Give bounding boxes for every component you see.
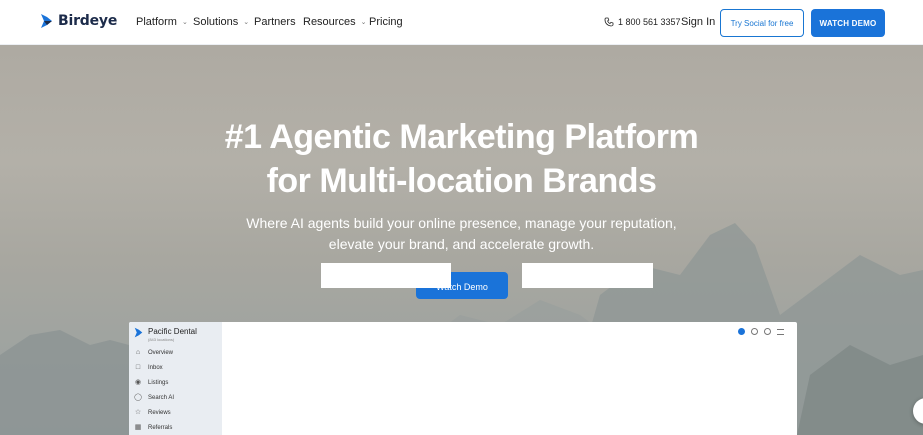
sidebar-item-overview[interactable]: ⌂ Overview [134, 349, 173, 357]
watch-demo-nav-button[interactable]: WATCH DEMO [811, 9, 885, 37]
sidebar-item-label: Search AI [148, 395, 175, 401]
chevron-down-icon: ⌄ [181, 19, 188, 26]
home-icon: ⌂ [135, 349, 141, 356]
account-locations: (843 locations) [148, 337, 175, 342]
account-name: Pacific Dental [148, 327, 197, 336]
sidebar-item-inbox[interactable]: □ Inbox [134, 364, 163, 372]
phone-icon [604, 17, 614, 27]
menu-solutions[interactable]: Solutions ⌄ [193, 16, 249, 28]
menu-partners[interactable]: Partners [254, 16, 296, 28]
chevron-down-icon: ⌄ [360, 19, 367, 26]
sidebar-item-label: Inbox [148, 365, 163, 371]
try-social-button[interactable]: Try Social for free [720, 9, 804, 37]
menu-partners-label: Partners [254, 16, 296, 28]
headline-line-2: for Multi-location Brands [266, 162, 657, 200]
menu-platform-label: Platform [136, 16, 177, 28]
gift-icon: ▦ [134, 424, 142, 431]
app-preview: Pacific Dental (843 locations) ⌂ Overvie… [129, 322, 797, 435]
menu-icon[interactable] [777, 329, 784, 335]
sidebar-item-label: Reviews [148, 410, 171, 416]
menu-resources-label: Resources [303, 16, 356, 28]
hero-subtitle: Where AI agents build your online presen… [0, 213, 923, 255]
phone-link[interactable]: 1 800 561 3357 [604, 17, 681, 27]
blank-overlay-right [522, 263, 653, 288]
menu-platform[interactable]: Platform ⌄ [136, 16, 188, 28]
subtitle-line-1: Where AI agents build your online presen… [246, 215, 677, 231]
sidebar-item-label: Referrals [148, 425, 173, 431]
birdeye-logo-icon [134, 327, 143, 338]
bulb-icon: ◯ [134, 394, 142, 401]
birdeye-logo[interactable]: Birdeye [40, 13, 117, 29]
status-icon[interactable] [738, 328, 745, 335]
help-icon[interactable] [751, 328, 758, 335]
sign-in-link[interactable]: Sign In [681, 16, 715, 28]
hero-headline: #1 Agentic Marketing Platform for Multi-… [0, 115, 923, 203]
app-toolbar-icons [738, 328, 784, 335]
headline-line-1: #1 Agentic Marketing Platform [224, 118, 699, 156]
pin-icon: ◉ [134, 379, 142, 386]
subtitle-line-2: elevate your brand, and accelerate growt… [328, 236, 595, 252]
sidebar-item-label: Listings [148, 380, 169, 386]
sidebar-item-reviews[interactable]: ☆ Reviews [134, 409, 171, 417]
sidebar-item-label: Overview [148, 350, 174, 356]
app-sidebar: Pacific Dental (843 locations) ⌂ Overvie… [129, 322, 222, 435]
menu-solutions-label: Solutions [193, 16, 239, 28]
sidebar-item-search-ai[interactable]: ◯ Search AI [134, 394, 174, 402]
menu-pricing[interactable]: Pricing [369, 16, 403, 28]
top-navbar: Birdeye Platform ⌄ Solutions ⌄ Partners Re… [0, 0, 923, 45]
star-icon: ☆ [134, 409, 142, 416]
phone-number: 1 800 561 3357 [618, 17, 681, 27]
brand-name: Birdeye [58, 13, 118, 29]
sidebar-item-referrals[interactable]: ▦ Referrals [134, 424, 173, 432]
sidebar-item-listings[interactable]: ◉ Listings [134, 379, 168, 387]
chat-icon: □ [135, 364, 141, 371]
app-account: Pacific Dental (843 locations) [134, 327, 197, 342]
hero-section: #1 Agentic Marketing Platform for Multi-… [0, 45, 923, 435]
birdeye-logo-icon [41, 14, 52, 28]
chevron-down-icon: ⌄ [243, 19, 250, 26]
settings-icon[interactable] [764, 328, 771, 335]
menu-resources[interactable]: Resources ⌄ [303, 16, 366, 28]
blank-overlay-left [321, 263, 451, 288]
menu-pricing-label: Pricing [369, 16, 403, 28]
